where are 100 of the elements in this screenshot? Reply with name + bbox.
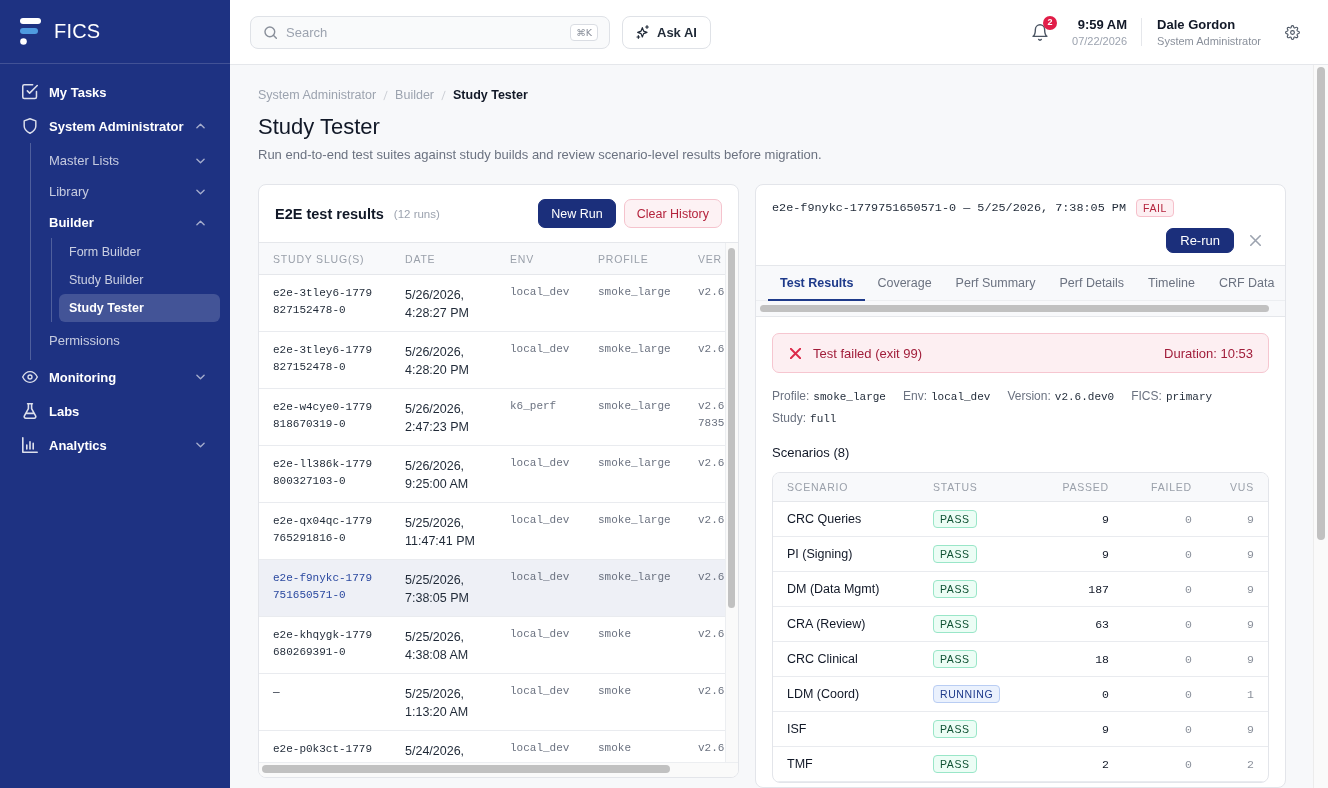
nav-item[interactable]: Monitoring bbox=[0, 360, 230, 394]
tab[interactable]: Coverage bbox=[865, 266, 944, 301]
meta-value: smoke_large bbox=[813, 390, 886, 405]
table-cell-text: local_dev bbox=[510, 285, 571, 300]
table-cell-text: 5/26/2026, 4:28:20 PM bbox=[405, 344, 470, 379]
section-title: Scenarios (8) bbox=[772, 444, 851, 462]
table-cell-text: smoke_large bbox=[598, 513, 672, 528]
page-title: Study Tester bbox=[258, 113, 381, 141]
table-cell-text: 18 bbox=[1094, 651, 1109, 668]
nav-item[interactable]: Master Lists bbox=[31, 145, 230, 176]
table-cell-text: local_dev bbox=[510, 684, 571, 699]
run-row[interactable]: e2e-f9nykc-1779751650571-0 5/25/2026, 7:38:05 PM local_dev smoke_large v2.6 bbox=[259, 560, 725, 617]
table-cell-text: e2e-ll386k-1779800327103-0 bbox=[272, 457, 374, 489]
table-cell-text: DM (Data Mgmt) bbox=[786, 581, 881, 598]
slash-icon bbox=[383, 89, 389, 101]
nav-item[interactable]: Study Tester bbox=[59, 294, 220, 322]
logo-icon bbox=[20, 18, 41, 45]
table-cell-text: 9 bbox=[1246, 581, 1255, 598]
meta-label: Profile: bbox=[772, 388, 810, 405]
meta-value: local_dev bbox=[931, 390, 991, 405]
table-cell-text: k6_perf bbox=[510, 399, 558, 414]
table-cell-text: 9 bbox=[1246, 546, 1255, 563]
table-cell-text: CRC Clinical bbox=[786, 651, 859, 668]
table-cell-text: 5/25/2026, 1:13:20 AM bbox=[405, 686, 470, 721]
table-cell-text: v2.6 bbox=[698, 684, 725, 699]
status-badge: PASS bbox=[933, 650, 977, 668]
run-title: e2e-f9nykc-1779751650571-0 — 5/25/2026, 7:38:05 PM bbox=[772, 201, 1126, 215]
table-cell-text: 9 bbox=[1246, 511, 1255, 528]
nav-item[interactable]: Builder bbox=[31, 207, 230, 238]
table-cell-text: local_dev bbox=[510, 570, 571, 585]
nav-item[interactable]: Analytics bbox=[0, 428, 230, 462]
table-cell-text: e2e-p0k3ct-1779 bbox=[272, 742, 374, 757]
clock-time: 9:59 AM bbox=[1077, 15, 1128, 33]
table-cell-text: 0 bbox=[1184, 686, 1192, 703]
table-cell-text: v2.6 bbox=[698, 456, 725, 471]
table-cell-text: 0 bbox=[1184, 511, 1192, 528]
table-cell-text: 1 bbox=[1246, 686, 1255, 703]
scrollbar-thumb[interactable] bbox=[760, 305, 1269, 312]
table-cell-text: CRA (Review) bbox=[786, 616, 867, 633]
meta-label: Study: bbox=[772, 410, 807, 427]
nav-item[interactable]: Study Builder bbox=[59, 266, 220, 294]
table-cell-text: 2 bbox=[1246, 756, 1255, 773]
table-cell-text: 5/26/2026, 9:25:00 AM bbox=[405, 458, 470, 493]
status-badge: PASS bbox=[933, 510, 977, 528]
tab[interactable]: Perf Summary bbox=[943, 266, 1048, 301]
table-cell-text: v2.6 bbox=[698, 627, 725, 642]
tab[interactable]: Perf Details bbox=[1047, 266, 1137, 301]
table-cell-text: 5/26/2026, 2:47:23 PM bbox=[405, 401, 470, 436]
new-run-button[interactable]: New Run bbox=[538, 199, 616, 228]
table-cell-text: 0 bbox=[1184, 616, 1192, 633]
table-cell-text: 5/26/2026, 4:28:27 PM bbox=[405, 287, 470, 322]
status-badge: RUNNING bbox=[933, 685, 1001, 703]
table-cell-text: smoke_large bbox=[598, 399, 672, 414]
table-cell-text: 9 bbox=[1101, 721, 1109, 738]
scrollbar-thumb[interactable] bbox=[1317, 67, 1325, 540]
ask-ai-button[interactable]: Ask AI bbox=[622, 15, 711, 49]
status-badge: PASS bbox=[933, 545, 977, 563]
scrollbar-thumb[interactable] bbox=[728, 248, 735, 608]
nav-item[interactable]: Labs bbox=[0, 394, 230, 428]
status-badge: PASS bbox=[933, 720, 977, 738]
table-cell-text: e2e-f9nykc-1779751650571-0 bbox=[272, 571, 374, 603]
table-cell-text: LDM (Coord) bbox=[786, 686, 861, 703]
bar-chart-icon bbox=[22, 437, 38, 453]
column-header: PROFILE bbox=[598, 251, 650, 267]
nav-item[interactable]: My Tasks bbox=[0, 75, 230, 109]
clock-date: 07/22/2026 bbox=[1072, 33, 1128, 49]
table-cell-text: PI (Signing) bbox=[786, 546, 854, 563]
table-cell-text: smoke bbox=[598, 627, 632, 642]
table-cell-text: 0 bbox=[1184, 756, 1192, 773]
table-cell-text: 0 bbox=[1184, 581, 1192, 598]
scrollbar-thumb[interactable] bbox=[262, 765, 670, 773]
table-cell-text: smoke bbox=[598, 684, 632, 699]
table-cell-text: 9 bbox=[1246, 721, 1255, 738]
close-icon[interactable] bbox=[1250, 235, 1261, 246]
settings-icon[interactable] bbox=[1285, 24, 1300, 40]
tab[interactable]: Timeline bbox=[1136, 266, 1207, 301]
table-cell-text: e2e-qx04qc-1779765291816-0 bbox=[272, 514, 374, 546]
table-cell-text: v2.6 bbox=[698, 570, 725, 585]
table-cell-text: local_dev bbox=[510, 456, 571, 471]
rerun-button[interactable]: Re-run bbox=[1166, 228, 1234, 253]
table-cell-text: v2.6 bbox=[698, 741, 725, 756]
tab[interactable]: CRF Data bbox=[1206, 266, 1285, 301]
nav-item[interactable]: Form Builder bbox=[59, 238, 220, 266]
status-badge: PASS bbox=[933, 580, 977, 598]
run-row[interactable]: e2e-p0k3ct-1779 5/24/2026, local_dev smoke v2.6 bbox=[259, 731, 725, 762]
table-cell-text: e2e-khqygk-1779680269391-0 bbox=[272, 628, 374, 660]
clear-history-button[interactable]: Clear History bbox=[623, 199, 722, 228]
nav-item[interactable]: Permissions bbox=[31, 325, 230, 356]
meta-label: Env: bbox=[903, 388, 927, 405]
brand-name: FICS bbox=[54, 20, 101, 43]
nav-item[interactable]: System Administrator bbox=[0, 109, 230, 143]
nav-item[interactable]: Library bbox=[31, 176, 230, 207]
status-badge: PASS bbox=[933, 755, 977, 773]
table-cell-text: local_dev bbox=[510, 342, 571, 357]
column-header: ENV bbox=[510, 251, 535, 267]
bell-icon[interactable] bbox=[1032, 23, 1048, 41]
notification-count: 2 bbox=[1043, 15, 1057, 30]
user-role: System Administrator bbox=[1157, 33, 1261, 49]
table-cell-text: 0 bbox=[1184, 546, 1192, 563]
table-cell-text: 5/25/2026, 4:38:08 AM bbox=[405, 629, 470, 664]
